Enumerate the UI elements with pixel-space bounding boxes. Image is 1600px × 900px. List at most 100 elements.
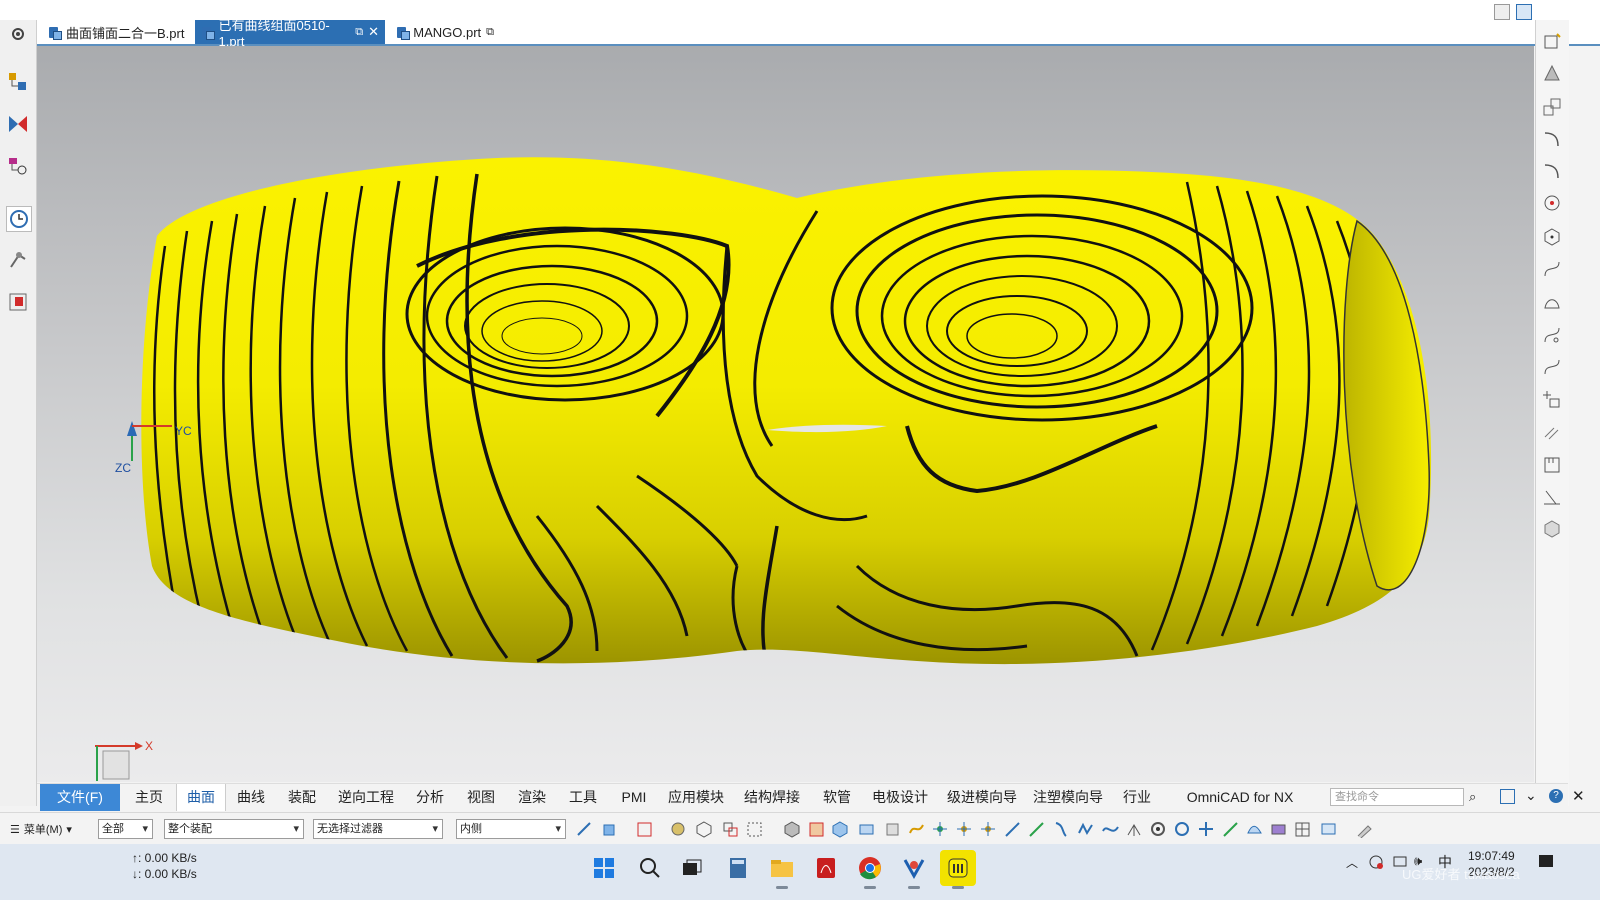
file-explorer-icon[interactable] <box>764 850 800 889</box>
settings-gear-icon[interactable] <box>6 22 30 46</box>
type-filter-dropdown[interactable]: 全部 <box>98 819 153 839</box>
constraint-navigator-icon[interactable] <box>6 154 30 178</box>
tab-electrode-design[interactable]: 电极设计 <box>863 784 937 811</box>
snap-center-icon[interactable] <box>980 821 997 838</box>
checkerboard-icon[interactable] <box>1541 62 1563 84</box>
select-box-icon[interactable] <box>636 821 653 838</box>
wave-curve-icon[interactable] <box>1078 821 1095 838</box>
close-tab-icon[interactable]: ✕ <box>368 24 379 40</box>
yellow-app-icon[interactable] <box>940 850 976 889</box>
spline-icon[interactable] <box>1541 258 1563 280</box>
tab-progressive-die[interactable]: 级进模向导 <box>941 784 1023 811</box>
spline-2-icon[interactable] <box>1541 324 1563 346</box>
tab-curve[interactable]: 曲线 <box>227 784 275 811</box>
assembly-navigator-icon[interactable] <box>6 112 30 136</box>
tab-render[interactable]: 渲染 <box>508 784 556 811</box>
tab-tools[interactable]: 工具 <box>559 784 607 811</box>
section-view-icon[interactable] <box>1541 96 1563 118</box>
line-icon[interactable] <box>1004 821 1021 838</box>
sheet-icon[interactable] <box>908 821 925 838</box>
point-grid-icon[interactable] <box>932 821 949 838</box>
tab-assembly[interactable]: 装配 <box>278 784 326 811</box>
task-view-icon[interactable] <box>674 850 710 886</box>
tab-home[interactable]: 主页 <box>125 784 173 811</box>
help-icon[interactable]: ? <box>1549 789 1563 803</box>
cube-face-icon[interactable] <box>808 821 825 838</box>
notification-icon[interactable] <box>1538 854 1554 870</box>
pen-icon[interactable] <box>1356 821 1373 839</box>
body-icon[interactable] <box>884 821 901 838</box>
curve-arc-2-icon[interactable] <box>1541 160 1563 182</box>
scope-dropdown[interactable]: 整个装配 <box>164 819 304 839</box>
tab-analysis[interactable]: 分析 <box>406 784 454 811</box>
view-orient-icon[interactable] <box>1541 30 1563 52</box>
start-windows-icon[interactable] <box>586 850 622 886</box>
file-menu-tab[interactable]: 文件(F) <box>40 784 120 811</box>
cube-icon[interactable] <box>784 821 801 838</box>
polygon-icon[interactable] <box>1541 226 1563 248</box>
crosshair-icon[interactable] <box>1198 821 1215 838</box>
nx-app-icon[interactable] <box>896 850 932 889</box>
tab-surface[interactable]: 曲面 <box>176 784 226 811</box>
history-clock-icon[interactable] <box>6 206 32 232</box>
tab-mold-wizard[interactable]: 注塑模向导 <box>1027 784 1109 811</box>
solid-cube-icon[interactable] <box>1541 518 1563 540</box>
curve-arc-icon[interactable] <box>1541 128 1563 150</box>
intersect-icon[interactable] <box>1126 821 1143 838</box>
add-point-icon[interactable] <box>1541 388 1563 410</box>
inside-mode-dropdown[interactable]: 内侧 <box>456 819 566 839</box>
hexagon-icon[interactable] <box>696 821 713 838</box>
pdf-reader-icon[interactable] <box>808 850 844 886</box>
grid-icon[interactable] <box>1294 821 1311 838</box>
face-select-icon[interactable] <box>858 821 875 838</box>
command-search-input[interactable]: 查找命令 <box>1330 788 1464 806</box>
spline-3-icon[interactable] <box>1541 356 1563 378</box>
cube-blue-icon[interactable] <box>832 821 849 838</box>
tab-industry[interactable]: 行业 <box>1113 784 1161 811</box>
surface-icon[interactable] <box>1541 292 1563 314</box>
tray-sync-icon[interactable] <box>1368 854 1384 870</box>
palette-icon[interactable] <box>6 290 30 314</box>
point-target-icon[interactable] <box>1541 192 1563 214</box>
tab-part-2[interactable]: 已有曲线组面0510-1.prt ⧉ ✕ <box>195 18 385 49</box>
close-ribbon-icon[interactable]: ✕ <box>1572 787 1585 805</box>
arc-end-icon[interactable] <box>1052 821 1069 838</box>
multi-select-icon[interactable] <box>722 821 739 838</box>
tab-omnicad[interactable]: OmniCAD for NX <box>1165 784 1315 811</box>
maximize-window-icon[interactable] <box>1516 4 1532 20</box>
snap-icon[interactable] <box>576 821 593 838</box>
sphere-icon[interactable] <box>670 821 687 838</box>
tab-pmi[interactable]: PMI <box>610 784 658 811</box>
ruler-icon[interactable] <box>1541 454 1563 476</box>
select-icon[interactable] <box>602 821 619 838</box>
offset-curve-icon[interactable] <box>1541 422 1563 444</box>
calculator-icon[interactable] <box>720 850 756 886</box>
tab-reverse-engineering[interactable]: 逆向工程 <box>329 784 403 811</box>
line-mid-icon[interactable] <box>1028 821 1045 838</box>
tab-part-3[interactable]: MANGO.prt ⧉ <box>390 20 500 44</box>
tab-part-1[interactable]: 曲面铺面二合一B.prt <box>42 20 192 44</box>
roles-icon[interactable] <box>6 248 30 272</box>
diagonal-icon[interactable] <box>1222 821 1239 838</box>
menu-button[interactable]: ☰ 菜单(M) ▾ <box>10 821 72 837</box>
graphics-window[interactable]: ZC YC X <box>37 46 1534 782</box>
snap-point-icon[interactable] <box>956 821 973 838</box>
lasso-icon[interactable] <box>746 821 763 838</box>
tab-routing[interactable]: 软管 <box>813 784 861 811</box>
quadrant-icon[interactable] <box>1174 821 1191 838</box>
part-navigator-icon[interactable] <box>6 70 30 94</box>
measure-angle-icon[interactable] <box>1541 486 1563 508</box>
selection-filter-dropdown[interactable]: 无选择过滤器 <box>313 819 443 839</box>
full-screen-icon[interactable] <box>1500 789 1515 804</box>
face-point-icon[interactable] <box>1270 821 1287 838</box>
display-icon[interactable] <box>1320 821 1337 838</box>
chevron-down-icon[interactable]: ⌄ <box>1525 787 1537 804</box>
tab-application[interactable]: 应用模块 <box>661 784 731 811</box>
search-icon[interactable] <box>632 850 668 886</box>
spline-curve-icon[interactable] <box>1102 821 1119 838</box>
tray-chevron-icon[interactable]: ︿ <box>1346 854 1358 871</box>
tab-view[interactable]: 视图 <box>457 784 505 811</box>
search-icon[interactable]: ⌕ <box>1469 789 1476 805</box>
circle-center-icon[interactable] <box>1150 821 1167 838</box>
restore-window-icon[interactable] <box>1494 4 1510 20</box>
